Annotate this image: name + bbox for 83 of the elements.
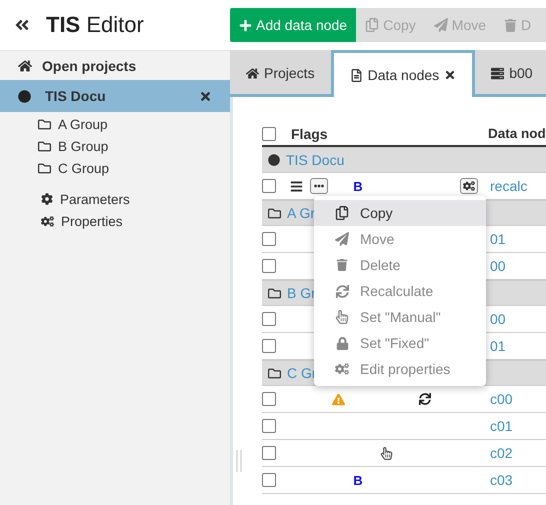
folder-icon <box>38 140 51 152</box>
move-button[interactable]: Move <box>424 8 496 42</box>
checkbox[interactable] <box>262 232 276 246</box>
settings-item[interactable]: Properties <box>0 210 230 232</box>
checkbox[interactable] <box>262 419 276 433</box>
node-link[interactable]: recalc <box>490 178 528 194</box>
tab[interactable]: Projects <box>230 52 331 94</box>
delete-button[interactable]: D <box>495 8 540 42</box>
cogs-icon <box>462 180 474 192</box>
paper-plane-icon <box>335 232 349 246</box>
checkbox[interactable] <box>262 312 276 326</box>
group-item[interactable]: A Group <box>0 113 230 135</box>
tab[interactable]: Data nodes <box>330 50 476 97</box>
bold-label: B <box>353 472 363 488</box>
more-button[interactable] <box>310 178 328 194</box>
bold-label: B <box>353 178 363 194</box>
trash-icon <box>336 259 348 271</box>
copy-button[interactable]: Copy <box>356 8 425 42</box>
gear-icon <box>41 193 53 205</box>
sync-icon <box>336 284 348 298</box>
project-item[interactable]: TIS Docu <box>0 80 230 112</box>
node-link[interactable]: 01 <box>490 338 506 354</box>
column-header: Flags <box>290 126 329 142</box>
checkbox[interactable] <box>262 446 276 460</box>
paper-plane-icon <box>434 18 448 32</box>
menu-item[interactable]: Set "Manual" <box>314 304 486 330</box>
app-title: TIS Editor <box>46 12 144 38</box>
checkbox[interactable] <box>262 339 276 353</box>
group-link[interactable]: B Gr <box>287 285 316 301</box>
tab[interactable]: b00 <box>475 52 546 94</box>
node-link[interactable]: 00 <box>490 258 506 274</box>
menu-item[interactable]: Edit properties <box>314 356 486 382</box>
plus-icon <box>239 18 252 32</box>
checkbox[interactable] <box>262 473 276 487</box>
menu-item[interactable]: Set "Fixed" <box>314 330 486 356</box>
node-link[interactable]: 01 <box>490 231 506 247</box>
collapse-icon[interactable] <box>14 17 30 33</box>
checkbox[interactable] <box>262 179 276 193</box>
copy-icon <box>335 206 349 220</box>
checkbox[interactable] <box>262 126 276 140</box>
checkbox[interactable] <box>262 392 276 406</box>
menu-item[interactable]: Copy <box>314 200 486 226</box>
hand-pointer-icon <box>380 446 392 460</box>
column-header: Data nod <box>488 126 546 141</box>
group-item[interactable]: B Group <box>0 135 230 157</box>
file-icon <box>350 68 363 82</box>
folder-icon <box>268 366 281 380</box>
group-item[interactable]: C Group <box>0 157 230 179</box>
node-link[interactable]: c01 <box>490 418 513 434</box>
hand-pointer-icon <box>335 310 349 324</box>
folder-icon <box>38 162 51 174</box>
node-link[interactable]: c02 <box>490 445 513 461</box>
lock-icon <box>336 336 348 350</box>
menu-item[interactable]: Recalculate <box>314 278 486 304</box>
close-icon[interactable] <box>199 90 212 102</box>
circle-icon <box>18 90 31 102</box>
settings-item[interactable]: Parameters <box>0 188 230 210</box>
properties-button[interactable] <box>460 178 478 194</box>
node-link[interactable]: 00 <box>490 311 506 327</box>
circle-icon <box>268 154 280 166</box>
project-link[interactable]: TIS Docu <box>286 152 344 168</box>
folder-icon <box>268 206 281 220</box>
menu-item[interactable]: Move <box>314 226 486 252</box>
folder-icon <box>268 286 281 300</box>
splitter-handle[interactable] <box>236 450 242 472</box>
add-data-node-button[interactable]: Add data node <box>230 8 356 42</box>
home-icon <box>18 58 32 72</box>
close-icon[interactable] <box>444 69 456 81</box>
cogs-icon <box>41 214 54 228</box>
checkbox[interactable] <box>262 259 276 273</box>
copy-icon <box>365 18 380 32</box>
server-icon <box>491 66 504 80</box>
cogs-icon <box>335 362 349 376</box>
menu-item[interactable]: Delete <box>314 252 486 278</box>
warning-icon <box>332 392 344 406</box>
trash-icon <box>504 18 518 32</box>
group-link[interactable]: A Gr <box>287 205 316 221</box>
sync-icon <box>418 393 430 405</box>
home-icon <box>246 66 259 80</box>
menu-icon[interactable] <box>290 180 303 192</box>
folder-icon <box>38 118 51 130</box>
node-link[interactable]: c03 <box>490 472 513 488</box>
node-link[interactable]: c00 <box>490 391 513 407</box>
